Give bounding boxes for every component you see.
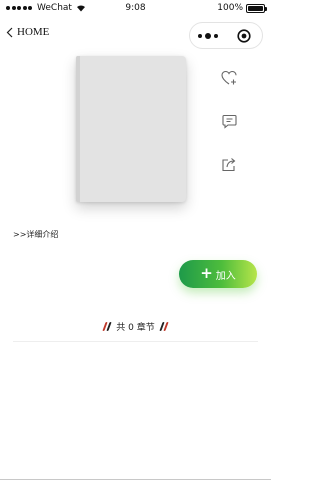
chapter-count: 共 0 章节 [116,323,155,333]
heart-plus-icon [220,70,237,85]
status-bar: WeChat 9:08 100% [0,0,271,18]
chapter-count-row: 共 0 章节 [0,320,271,333]
slash-decoration-right [159,322,169,331]
close-mini-program-button[interactable] [226,23,262,48]
chevron-left-icon [6,27,13,37]
slash-decoration-left [102,322,112,331]
dot-icon [198,33,202,38]
book-cover[interactable] [76,56,186,202]
share-icon [222,157,236,171]
divider [13,341,258,342]
join-label: 加入 [215,270,236,282]
dot-icon [205,32,211,39]
mini-program-capsule [189,22,263,49]
plus-icon: + [200,264,213,282]
status-right: 100% [217,3,267,13]
back-label: HOME [17,26,50,38]
battery-icon [246,3,267,13]
bottom-divider [0,479,271,480]
favorite-button[interactable] [220,69,238,87]
dot-icon [214,33,218,38]
join-button[interactable]: + 加入 [179,260,257,288]
comment-icon [221,114,237,129]
target-close-icon [237,28,251,43]
comment-button[interactable] [220,112,238,130]
detail-intro-link[interactable]: >>详细介绍 [13,229,58,240]
battery-percent: 100% [217,3,243,13]
more-button[interactable] [190,23,226,48]
back-button[interactable]: HOME [6,26,49,38]
share-button[interactable] [220,155,238,173]
